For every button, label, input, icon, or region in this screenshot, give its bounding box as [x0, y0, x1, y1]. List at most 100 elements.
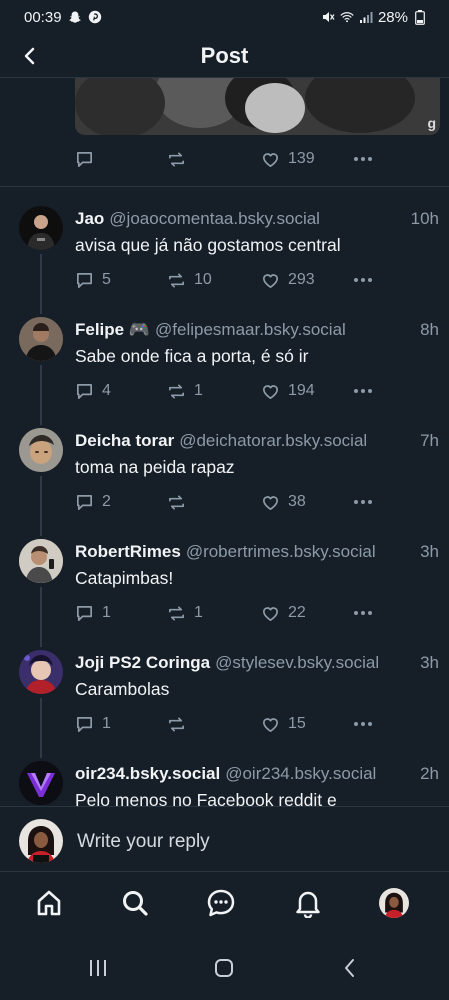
post-meta: Jao @joaocomentaa.bsky.social 10h — [75, 209, 439, 231]
author-handle[interactable]: @stylesev.bsky.social — [215, 653, 379, 673]
reply-button[interactable]: 2 — [75, 493, 111, 512]
recents-icon — [90, 960, 106, 976]
post-time: 8h — [420, 320, 439, 339]
post-time: 10h — [410, 209, 439, 228]
chat-icon — [207, 889, 235, 917]
heart-icon — [262, 273, 279, 288]
heart-icon — [262, 717, 279, 732]
like-button[interactable]: 293 — [261, 271, 315, 290]
thread-line — [40, 698, 42, 758]
author-handle[interactable]: @felipesmaar.bsky.social — [155, 320, 346, 340]
avatar[interactable] — [19, 650, 63, 694]
post-header: Post — [0, 34, 449, 78]
tab-home[interactable] — [32, 886, 66, 920]
avatar[interactable] — [19, 539, 63, 583]
heart-icon — [262, 384, 279, 399]
author-handle[interactable]: @deichatorar.bsky.social — [179, 431, 367, 451]
like-count: 15 — [288, 715, 306, 732]
reply-button[interactable]: 1 — [75, 604, 111, 623]
divider — [0, 186, 449, 187]
like-button[interactable]: 194 — [261, 382, 315, 401]
repost-icon — [168, 605, 185, 621]
tab-chat[interactable] — [204, 886, 238, 920]
system-home-button[interactable] — [212, 956, 236, 980]
post-text: Carambolas — [75, 679, 170, 699]
like-button[interactable]: 22 — [261, 604, 306, 623]
post-image[interactable]: g — [75, 78, 440, 135]
reply-composer-bar[interactable]: Write your reply — [0, 806, 449, 872]
snapchat-icon — [68, 10, 82, 24]
reply-button[interactable]: 1 — [75, 715, 111, 734]
avatar[interactable] — [19, 761, 63, 805]
reply-count: 4 — [102, 382, 111, 399]
reply-button[interactable]: 4 — [75, 382, 111, 401]
repost-button[interactable] — [167, 493, 194, 512]
author-name[interactable]: Deicha torar — [75, 431, 174, 451]
like-button[interactable]: 38 — [261, 493, 306, 512]
repost-button[interactable] — [167, 150, 194, 169]
author-handle[interactable]: @oir234.bsky.social — [225, 764, 376, 784]
reply-input[interactable]: Write your reply — [77, 831, 210, 853]
author-handle[interactable]: @robertrimes.bsky.social — [186, 542, 376, 562]
avatar[interactable] — [19, 317, 63, 361]
thread-line — [40, 587, 42, 647]
like-count: 293 — [288, 271, 315, 288]
author-name[interactable]: RobertRimes — [75, 542, 181, 562]
repost-button[interactable]: 1 — [167, 604, 203, 623]
more-options-button[interactable] — [353, 388, 373, 394]
author-name[interactable]: Jao — [75, 209, 104, 229]
like-count: 194 — [288, 382, 315, 399]
post-meta: Felipe 🎮 @felipesmaar.bsky.social 8h — [75, 320, 439, 342]
reply-count: 1 — [102, 604, 111, 621]
like-count: 38 — [288, 493, 306, 510]
repost-count: 1 — [194, 604, 203, 621]
system-back-button[interactable] — [338, 956, 362, 980]
comment-icon — [76, 494, 93, 510]
reply-button[interactable] — [75, 150, 102, 169]
more-options-button[interactable] — [353, 499, 373, 505]
search-icon — [123, 891, 148, 916]
more-options-button[interactable] — [353, 277, 373, 283]
more-icon — [354, 500, 372, 504]
like-button[interactable]: 139 — [261, 150, 315, 169]
action-row: 5 10 293 — [75, 268, 395, 292]
post-time: 3h — [420, 653, 439, 672]
repost-button[interactable]: 10 — [167, 271, 212, 290]
post-text: Catapimbas! — [75, 568, 174, 588]
author-name[interactable]: Joji PS2 Coringa — [75, 653, 210, 673]
wifi-icon — [340, 10, 354, 24]
reply-button[interactable]: 5 — [75, 271, 111, 290]
more-options-button[interactable] — [353, 610, 373, 616]
system-navigation-bar — [0, 934, 449, 1000]
comment-icon — [76, 383, 93, 399]
post-meta: Joji PS2 Coringa @stylesev.bsky.social 3… — [75, 653, 439, 675]
back-button[interactable] — [14, 40, 46, 72]
status-time: 00:39 — [24, 8, 62, 26]
battery-icon — [413, 9, 427, 25]
tab-notifications[interactable] — [291, 886, 325, 920]
avatar[interactable] — [19, 428, 63, 472]
back-arrow-icon — [24, 47, 35, 65]
more-icon — [354, 278, 372, 282]
repost-icon — [168, 494, 185, 510]
like-button[interactable]: 15 — [261, 715, 306, 734]
heart-icon — [262, 495, 279, 510]
more-options-button[interactable] — [353, 721, 373, 727]
recents-button[interactable] — [86, 956, 110, 980]
repost-icon — [168, 272, 185, 288]
more-icon — [354, 611, 372, 615]
reply-count: 2 — [102, 493, 111, 510]
author-handle[interactable]: @joaocomentaa.bsky.social — [109, 209, 320, 229]
repost-button[interactable]: 1 — [167, 382, 203, 401]
author-name[interactable]: Felipe 🎮 — [75, 320, 150, 340]
post-time: 3h — [420, 542, 439, 561]
more-options-button[interactable] — [353, 156, 373, 162]
tab-search[interactable] — [118, 886, 152, 920]
post-text: Sabe onde fica a porta, é só ir — [75, 346, 309, 366]
repost-icon — [168, 151, 185, 167]
profile-avatar — [379, 888, 409, 918]
repost-button[interactable] — [167, 715, 194, 734]
author-name[interactable]: oir234.bsky.social — [75, 764, 220, 784]
avatar[interactable] — [19, 206, 63, 250]
tab-profile[interactable] — [377, 886, 411, 920]
